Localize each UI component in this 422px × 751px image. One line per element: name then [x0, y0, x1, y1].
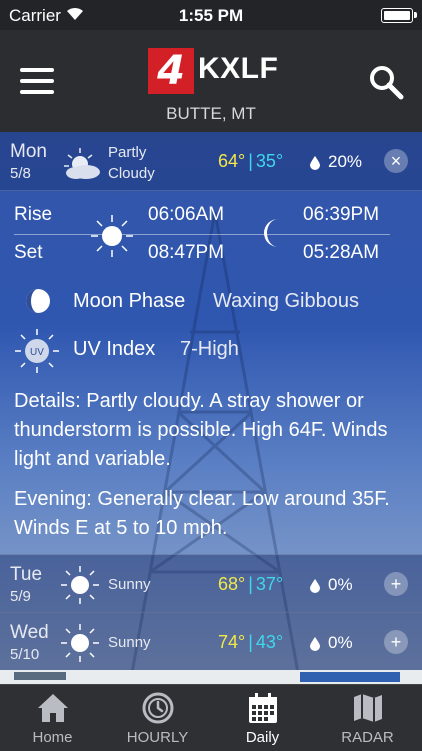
sunny-icon — [61, 624, 99, 662]
day-date: 5/10 — [10, 646, 40, 663]
low-temp: 35° — [255, 151, 284, 171]
high-temp: 68° — [218, 574, 246, 594]
tab-label: HOURLY — [126, 729, 189, 746]
day-date: 5/8 — [10, 165, 31, 182]
moon-icon — [264, 219, 278, 247]
day-name: Wed — [10, 622, 49, 643]
tab-label: Daily — [245, 729, 280, 746]
tab-radar[interactable]: RADAR — [315, 685, 420, 751]
day-name: Mon — [10, 141, 47, 162]
map-icon — [354, 694, 382, 722]
evening-details: Evening: Generally clear. Low around 35F… — [14, 488, 390, 539]
clock-icon — [142, 692, 174, 724]
uv-index-value: 7-High — [180, 338, 239, 360]
moon-phase-icon — [26, 289, 50, 313]
ad-banner[interactable] — [0, 670, 422, 684]
rise-label: Rise — [14, 204, 53, 225]
temperature-range: 74° | 43° — [218, 632, 283, 653]
temp-separator: | — [248, 151, 253, 171]
status-bar: Carrier 1:55 PM — [0, 0, 422, 30]
raindrop-icon — [310, 636, 320, 651]
set-label: Set — [14, 242, 43, 263]
uv-index-label: UV Index — [73, 338, 156, 360]
daily-forecast-content[interactable]: Mon 5/8 Partly Cloudy 64° | 35° 20% × Rise… — [0, 132, 422, 684]
high-temp: 64° — [218, 151, 246, 171]
sunset-time: 08:47PM — [148, 242, 225, 263]
location-label: BUTTE, MT — [166, 104, 256, 123]
raindrop-icon — [310, 578, 320, 593]
tab-label: Home — [32, 729, 73, 746]
tab-bar: Home HOURLY Daily RADAR — [0, 684, 422, 751]
condition-text: Sunny — [108, 576, 151, 593]
tab-home[interactable]: Home — [0, 685, 105, 751]
temperature-range: 64° | 35° — [218, 151, 283, 172]
precip-chance: 0% — [310, 575, 353, 595]
rise-set-panel: Rise Set 06:06AM 08:47PM 06:39PM 05:28AM — [0, 192, 422, 278]
temperature-range: 68° | 37° — [218, 574, 283, 595]
forecast-row-tue[interactable]: Tue 5/9 Sunny 68° | 37° 0% + — [0, 554, 422, 613]
logo-call-letters: KXLF — [198, 52, 279, 85]
expand-button[interactable]: + — [384, 572, 408, 596]
logo-number: 4 — [148, 48, 194, 94]
sunny-icon — [61, 566, 99, 604]
temp-separator: | — [248, 632, 253, 652]
uv-icon: UV — [15, 329, 59, 373]
high-temp: 74° — [218, 632, 246, 652]
app-header: 4 KXLF BUTTE, MT — [0, 30, 422, 132]
rise-set-divider — [14, 234, 390, 235]
ad-graphic — [14, 672, 66, 680]
forecast-row-wed[interactable]: Wed 5/10 Sunny 74° | 43° 0% + — [0, 612, 422, 671]
menu-icon[interactable] — [20, 68, 54, 94]
status-time: 1:55 PM — [178, 6, 244, 25]
temp-separator: | — [248, 574, 253, 594]
raindrop-icon — [310, 155, 320, 170]
collapse-button[interactable]: × — [384, 149, 408, 173]
tab-hourly[interactable]: HOURLY — [105, 685, 210, 751]
moonset-time: 05:28AM — [303, 242, 380, 263]
calendar-icon — [249, 693, 277, 723]
ad-graphic — [300, 672, 400, 682]
precip-chance: 20% — [310, 152, 362, 172]
moonrise-time: 06:39PM — [303, 204, 380, 225]
precip-chance: 0% — [310, 633, 353, 653]
moon-phase-value: Waxing Gibbous — [213, 290, 359, 312]
condition-text: Sunny — [108, 634, 151, 651]
expand-button[interactable]: + — [384, 630, 408, 654]
home-icon — [38, 694, 68, 722]
forecast-details: Details: Partly cloudy. A stray shower o… — [14, 390, 388, 470]
tab-daily[interactable]: Daily — [210, 685, 315, 751]
day-name: Tue — [10, 564, 43, 585]
battery-icon — [381, 8, 417, 23]
moon-phase-label: Moon Phase — [73, 290, 186, 312]
tab-label: RADAR — [341, 729, 394, 746]
sunrise-time: 06:06AM — [148, 204, 225, 225]
search-icon[interactable] — [368, 64, 404, 100]
sun-icon — [91, 215, 133, 257]
low-temp: 37° — [255, 574, 284, 594]
day-date: 5/9 — [10, 588, 31, 605]
low-temp: 43° — [255, 632, 284, 652]
uv-badge: UV — [30, 347, 44, 358]
partly-cloudy-icon — [64, 148, 100, 179]
today-row[interactable]: Mon 5/8 Partly Cloudy 64° | 35° 20% × — [0, 132, 422, 191]
condition-text: Partly Cloudy — [108, 144, 155, 182]
